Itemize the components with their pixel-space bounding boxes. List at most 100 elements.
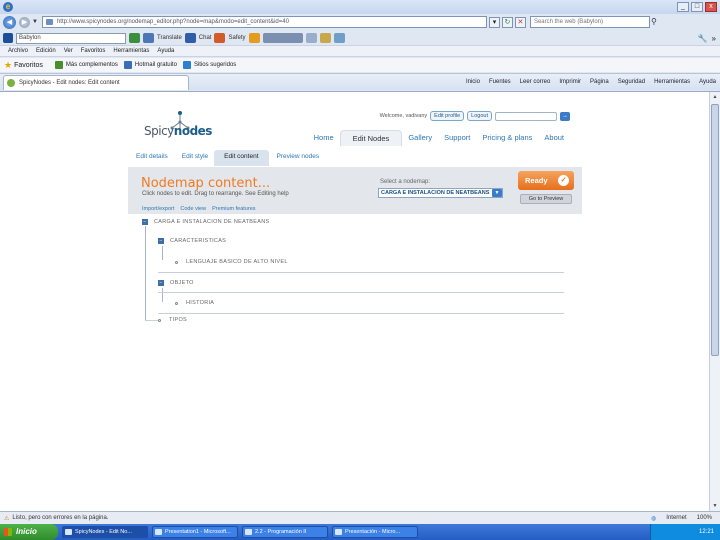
node-label[interactable]: LENGUAJE BASICO DE ALTO NIVEL xyxy=(186,259,288,265)
close-button[interactable]: x xyxy=(705,2,717,12)
tree-node[interactable]: TIPOS xyxy=(158,314,187,326)
nav-pricing[interactable]: Pricing & plans xyxy=(476,130,538,146)
scroll-up-icon[interactable]: ▲ xyxy=(711,93,719,101)
tab-edit-details[interactable]: Edit details xyxy=(128,150,174,166)
nodemap-select[interactable]: CARGA E INSTALACION DE NEATBEANS xyxy=(378,188,503,198)
site-search-input[interactable] xyxy=(495,111,557,121)
go-to-preview-button[interactable]: Go to Preview xyxy=(520,194,572,204)
toolbar-weather-icon[interactable] xyxy=(333,33,345,43)
forward-button[interactable]: ▶ xyxy=(19,16,30,28)
collapse-icon[interactable]: − xyxy=(158,280,164,286)
toolbar-safety-icon[interactable] xyxy=(214,33,226,43)
address-dropdown-icon[interactable]: ▾ xyxy=(488,16,500,28)
cmd-tools[interactable]: Herramientas xyxy=(654,79,690,85)
node-label[interactable]: CARGA E INSTALACION DE NEATBEANS xyxy=(154,219,269,225)
toolbar-search-input[interactable]: Babylon xyxy=(16,32,126,44)
tree-node[interactable]: − CARGA E INSTALACION DE NEATBEANS xyxy=(142,216,269,228)
site-logo[interactable]: Spicynodes xyxy=(144,124,212,138)
start-button[interactable]: Inicio xyxy=(0,524,58,540)
toolbar-star-icon[interactable] xyxy=(248,33,260,43)
nav-about[interactable]: About xyxy=(538,130,570,146)
taskbar-item[interactable]: Presentación - Micro... xyxy=(332,526,418,538)
cmd-help[interactable]: Ayuda xyxy=(699,79,716,85)
nodemap-select-chevron-icon[interactable]: ▼ xyxy=(492,189,502,197)
menu-ayuda[interactable]: Ayuda xyxy=(157,48,174,54)
toolbar-mail-icon[interactable] xyxy=(305,33,317,43)
taskbar-item[interactable]: SpicyNodes - Edit No... xyxy=(62,526,148,538)
nav-home[interactable]: Home xyxy=(308,130,340,146)
vertical-scrollbar[interactable]: ▲ ▼ xyxy=(709,92,720,511)
toolbar-translate[interactable]: Translate xyxy=(157,35,182,41)
cmd-page[interactable]: Página xyxy=(590,79,609,85)
edit-profile-button[interactable]: Edit profile xyxy=(430,111,465,121)
toolbar-go-icon[interactable] xyxy=(129,33,140,43)
node-label[interactable]: HISTORIA xyxy=(186,300,214,306)
toolbar-options-icon[interactable]: » xyxy=(712,34,716,43)
security-zone[interactable]: Internet xyxy=(666,515,686,521)
premium-features-link[interactable]: Premium features xyxy=(212,206,255,212)
toolbar-folder-icon[interactable] xyxy=(319,33,331,43)
menu-ver[interactable]: Ver xyxy=(64,48,73,54)
refresh-icon[interactable]: ↻ xyxy=(501,16,513,28)
taskbar-item[interactable]: 2.2 - Programación II xyxy=(242,526,328,538)
scroll-down-icon[interactable]: ▼ xyxy=(711,502,719,510)
toolbar-translate-icon[interactable] xyxy=(143,33,154,43)
collapse-icon[interactable]: − xyxy=(158,238,164,244)
logout-button[interactable]: Logout xyxy=(467,111,492,121)
favorites-link[interactable]: Más complementos xyxy=(54,61,118,69)
nav-edit-nodes[interactable]: Edit Nodes xyxy=(339,130,403,146)
import-export-link[interactable]: Import/export xyxy=(142,206,174,212)
node-label[interactable]: OBJETO xyxy=(170,280,194,286)
warning-icon[interactable]: ⚠ xyxy=(4,515,9,522)
node-label[interactable]: TIPOS xyxy=(169,317,187,323)
node-label[interactable]: CARACTERISTICAS xyxy=(170,238,226,244)
favorites-button[interactable]: Favoritos xyxy=(14,62,43,69)
cmd-mail[interactable]: Leer correo xyxy=(520,79,551,85)
nav-gallery[interactable]: Gallery xyxy=(402,130,438,146)
stop-icon[interactable]: ✕ xyxy=(514,16,526,28)
toolbar-chat[interactable]: Chat xyxy=(199,35,212,41)
logo-part-nodes: nodes xyxy=(173,124,213,138)
spicynodes-site: Spicynodes Welcome, vadivany Edit profil… xyxy=(128,100,582,510)
address-bar[interactable]: http://www.spicynodes.org/nodemap_editor… xyxy=(41,16,487,28)
favorites-star-icon[interactable]: ★ xyxy=(4,60,12,71)
sub-nav: Edit details Edit style Edit content Pre… xyxy=(128,150,582,166)
tab-edit-content[interactable]: Edit content xyxy=(214,150,269,166)
toolbar-chat-icon[interactable] xyxy=(184,33,196,43)
collapse-icon[interactable]: − xyxy=(142,219,148,225)
browser-tab[interactable]: SpicyNodes - Edit nodes: Edit content xyxy=(3,74,189,90)
tree-node[interactable]: − OBJETO xyxy=(158,277,194,289)
menu-favoritos[interactable]: Favoritos xyxy=(81,48,106,54)
clock[interactable]: 12:21 xyxy=(699,529,714,535)
ready-button[interactable]: Ready ✓ xyxy=(518,171,574,190)
back-button[interactable]: ◀ xyxy=(3,15,16,29)
search-input[interactable]: Search the web (Babylon) xyxy=(529,16,650,28)
cmd-home[interactable]: Inicio xyxy=(466,79,480,85)
nav-support[interactable]: Support xyxy=(438,130,476,146)
maximize-button[interactable]: □ xyxy=(691,2,703,12)
tab-edit-style[interactable]: Edit style xyxy=(174,150,214,166)
menu-herramientas[interactable]: Herramientas xyxy=(113,48,149,54)
zoom-level[interactable]: 100% xyxy=(697,515,712,521)
favorite-link-icon xyxy=(123,61,132,69)
site-search-go-button[interactable]: → xyxy=(560,111,570,121)
cmd-print[interactable]: Imprimir xyxy=(559,79,581,85)
history-dropdown-icon[interactable]: ▼ xyxy=(32,19,38,25)
tree-node[interactable]: − CARACTERISTICAS xyxy=(158,235,226,247)
code-view-link[interactable]: Code view xyxy=(180,206,206,212)
scroll-thumb[interactable] xyxy=(711,104,719,356)
wrench-icon[interactable]: 🔧 xyxy=(698,34,708,43)
search-icon[interactable]: ⚲ xyxy=(651,17,661,28)
cmd-safety[interactable]: Seguridad xyxy=(618,79,645,85)
toolbar-safety[interactable]: Safety xyxy=(228,35,245,41)
menu-archivo[interactable]: Archivo xyxy=(8,48,28,54)
cmd-feeds[interactable]: Fuentes xyxy=(489,79,511,85)
taskbar-item[interactable]: Presentation1 - Microsoft... xyxy=(152,526,238,538)
favorites-link[interactable]: Sitios sugeridos xyxy=(182,61,236,69)
menu-edicion[interactable]: Edición xyxy=(36,48,56,54)
tab-preview-nodes[interactable]: Preview nodes xyxy=(269,150,326,166)
favorites-link[interactable]: Hotmail gratuito xyxy=(123,61,177,69)
tree-node[interactable]: HISTORIA xyxy=(175,297,214,309)
minimize-button[interactable]: _ xyxy=(677,2,689,12)
tree-node[interactable]: LENGUAJE BASICO DE ALTO NIVEL xyxy=(175,256,288,268)
